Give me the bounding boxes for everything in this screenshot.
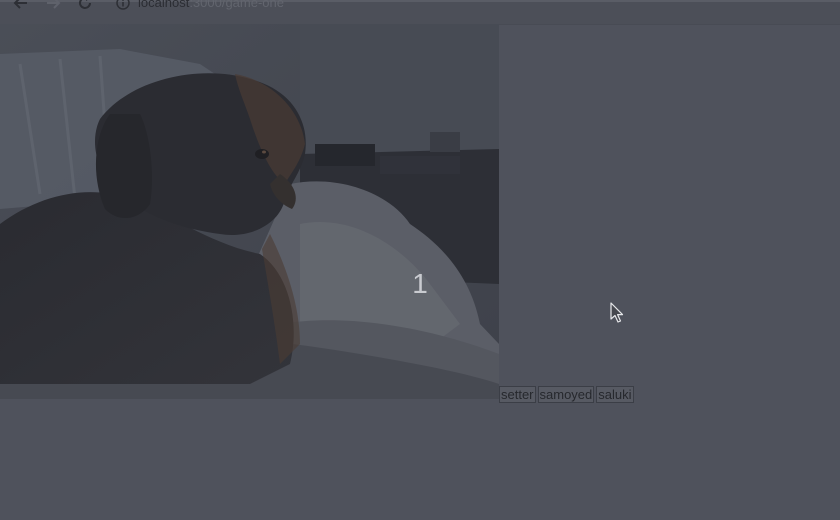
url-text[interactable]: localhost:3000/game-one bbox=[138, 0, 284, 12]
webcam-video: 1 bbox=[0, 24, 499, 399]
browser-toolbar: localhost:3000/game-one bbox=[0, 0, 840, 25]
mouse-cursor-icon bbox=[610, 302, 624, 323]
url-host: localhost bbox=[138, 0, 190, 10]
countdown-number: 1 bbox=[412, 268, 428, 299]
info-icon[interactable] bbox=[116, 0, 130, 10]
address-bar[interactable]: localhost:3000/game-one bbox=[116, 0, 284, 12]
arrow-left-icon bbox=[13, 0, 27, 9]
dog-photo bbox=[0, 24, 499, 399]
back-button[interactable] bbox=[12, 0, 30, 12]
answer-button-samoyed[interactable]: samoyed bbox=[537, 386, 595, 403]
answer-buttons: setter samoyed saluki bbox=[499, 386, 634, 403]
answer-button-saluki[interactable]: saluki bbox=[596, 386, 634, 403]
reload-icon bbox=[79, 0, 91, 9]
url-path: :3000/game-one bbox=[189, 0, 284, 10]
arrow-right-icon bbox=[47, 0, 61, 9]
answer-button-setter[interactable]: setter bbox=[499, 386, 536, 403]
forward-button[interactable] bbox=[44, 0, 62, 12]
reload-button[interactable] bbox=[76, 0, 94, 12]
